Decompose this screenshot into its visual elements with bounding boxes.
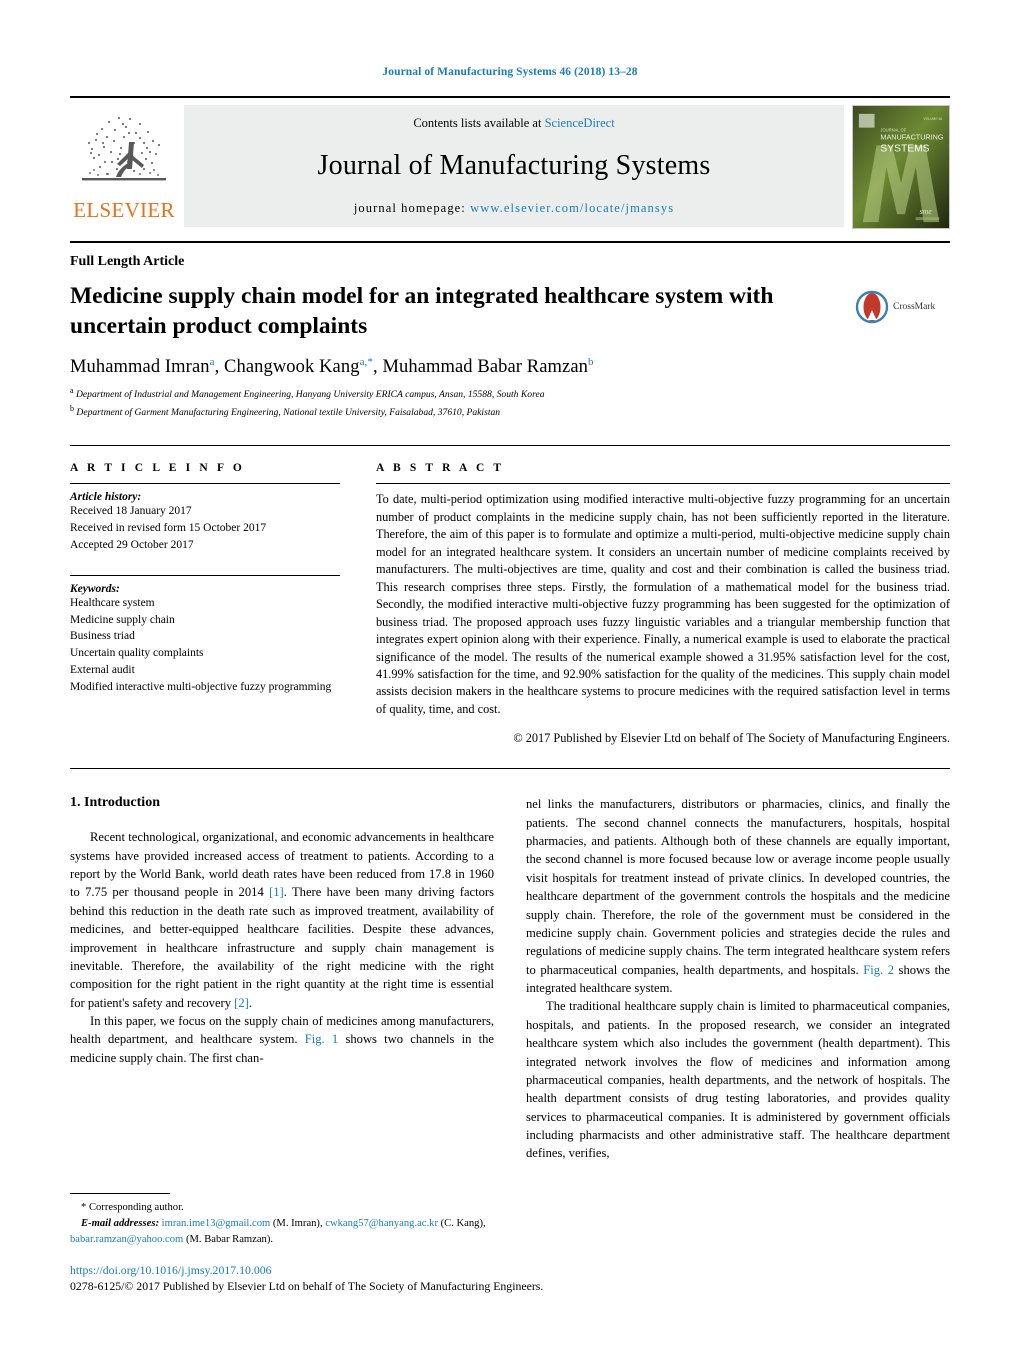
homepage-url-link[interactable]: www.elsevier.com/locate/jmansys bbox=[470, 201, 674, 215]
affiliation-a: a Department of Industrial and Managemen… bbox=[70, 385, 545, 401]
journal-masthead: ELSEVIER Contents lists available at Sci… bbox=[70, 96, 950, 235]
email-link-ramzan[interactable]: babar.ramzan@yahoo.com bbox=[70, 1234, 183, 1245]
crossmark-badge[interactable]: CrossMark bbox=[855, 290, 950, 324]
doi-link[interactable]: https://doi.org/10.1016/j.jmsy.2017.10.0… bbox=[70, 1263, 770, 1278]
affiliation-b-text: Department of Garment Manufacturing Engi… bbox=[76, 406, 501, 418]
paragraph-text: nel links the manufacturers, distributor… bbox=[526, 797, 950, 977]
section-heading-introduction: 1. Introduction bbox=[70, 795, 160, 811]
info-abstract-region: A R T I C L E I N F O Article history: R… bbox=[70, 445, 950, 746]
paragraph: Recent technological, organizational, an… bbox=[70, 828, 494, 1012]
sciencedirect-link[interactable]: ScienceDirect bbox=[545, 116, 615, 130]
email-link-imran[interactable]: imran.ime13@gmail.com bbox=[162, 1218, 271, 1229]
article-info-column: A R T I C L E I N F O Article history: R… bbox=[70, 462, 376, 746]
paragraph: nel links the manufacturers, distributor… bbox=[526, 795, 950, 997]
contents-prefix: Contents lists available at bbox=[413, 116, 545, 130]
paragraph-text: . There have been many driving factors b… bbox=[70, 885, 495, 1010]
keyword-item: Healthcare system bbox=[70, 596, 155, 609]
body-divider bbox=[70, 768, 950, 770]
email-owner: (M. Imran), bbox=[270, 1218, 326, 1230]
article-info-rule bbox=[70, 483, 340, 485]
email-link-kang[interactable]: cwkang57@hanyang.ac.kr bbox=[325, 1218, 438, 1229]
figure-link-fig1[interactable]: Fig. 1 bbox=[305, 1032, 338, 1046]
svg-text:MANUFACTURING: MANUFACTURING bbox=[880, 132, 943, 141]
email-addresses-note: E-mail addresses: imran.ime13@gmail.com … bbox=[70, 1216, 490, 1248]
abstract-text: To date, multi-period optimization using… bbox=[376, 492, 950, 716]
abstract-heading: A B S T R A C T bbox=[376, 462, 505, 475]
issn-copyright: 0278-6125/© 2017 Published by Elsevier L… bbox=[70, 1279, 544, 1294]
abstract-column: A B S T R A C T To date, multi-period op… bbox=[376, 462, 950, 746]
keyword-item: Medicine supply chain bbox=[70, 613, 175, 626]
homepage-prefix: journal homepage: bbox=[353, 201, 471, 215]
keywords-label: Keywords: bbox=[70, 582, 120, 595]
history-item: Accepted 29 October 2017 bbox=[70, 539, 194, 551]
journal-title: Journal of Manufacturing Systems bbox=[317, 150, 711, 181]
keyword-item: Uncertain quality complaints bbox=[70, 647, 204, 660]
keywords-rule bbox=[70, 574, 340, 576]
svg-text:sme: sme bbox=[920, 207, 933, 216]
author-list: Muhammad Imrana, Changwook Kanga,*, Muha… bbox=[70, 355, 594, 377]
article-history-label: Article history: bbox=[70, 491, 142, 504]
affiliation-a-text: Department of Industrial and Management … bbox=[75, 389, 545, 401]
abstract-rule bbox=[376, 483, 950, 485]
history-item: Received 18 January 2017 bbox=[70, 505, 192, 518]
footnote-rule bbox=[70, 1193, 170, 1195]
svg-text:VOLUME 46: VOLUME 46 bbox=[924, 117, 943, 121]
article-page: Journal of Manufacturing Systems 46 (201… bbox=[0, 0, 1020, 1351]
page-footer: https://doi.org/10.1016/j.jmsy.2017.10.0… bbox=[70, 1263, 770, 1296]
paragraph: In this paper, we focus on the supply ch… bbox=[70, 1012, 494, 1067]
article-info-heading: A R T I C L E I N F O bbox=[70, 462, 245, 475]
history-item: Received in revised form 15 October 2017 bbox=[70, 522, 267, 535]
left-column: 1. Introduction Recent technological, or… bbox=[70, 795, 494, 1163]
elsevier-logo: ELSEVIER bbox=[70, 105, 178, 221]
elsevier-tree-icon bbox=[74, 107, 174, 199]
svg-text:SYSTEMS: SYSTEMS bbox=[880, 143, 929, 154]
article-type: Full Length Article bbox=[70, 254, 185, 269]
abstract-copyright: © 2017 Published by Elsevier Ltd on beha… bbox=[513, 731, 950, 746]
citation-link-2[interactable]: [2] bbox=[234, 996, 249, 1010]
affiliation-b: b Department of Garment Manufacturing En… bbox=[70, 403, 501, 418]
email-owner: (M. Babar Ramzan). bbox=[185, 1234, 274, 1246]
paragraph: The traditional healthcare supply chain … bbox=[526, 999, 950, 1161]
corresponding-author-note: * Corresponding author. bbox=[81, 1202, 184, 1214]
journal-info-box: Contents lists available at ScienceDirec… bbox=[184, 105, 844, 227]
paragraph-text: . bbox=[248, 995, 253, 1010]
keyword-item: External audit bbox=[70, 663, 135, 676]
email-label: E-mail addresses: bbox=[81, 1218, 159, 1230]
footnote-block: * Corresponding author. E-mail addresses… bbox=[70, 1193, 490, 1248]
keyword-item: Business triad bbox=[70, 630, 135, 643]
contents-available-line: Contents lists available at ScienceDirec… bbox=[413, 116, 614, 131]
title-divider bbox=[70, 241, 950, 243]
email-owner: (C. Kang), bbox=[437, 1218, 486, 1230]
running-head: Journal of Manufacturing Systems 46 (201… bbox=[382, 66, 638, 78]
keyword-item: Modified interactive multi-objective fuz… bbox=[70, 680, 332, 693]
crossmark-icon bbox=[855, 290, 889, 324]
figure-link-fig2[interactable]: Fig. 2 bbox=[863, 963, 894, 977]
right-column: nel links the manufacturers, distributor… bbox=[526, 795, 950, 1163]
page-title: Medicine supply chain model for an integ… bbox=[70, 283, 774, 339]
elsevier-wordmark: ELSEVIER bbox=[73, 198, 175, 222]
journal-cover-thumbnail: JOURNAL OF MANUFACTURING SYSTEMS VOLUME … bbox=[852, 105, 950, 229]
keywords-block: Keywords: Healthcare system Medicine sup… bbox=[70, 574, 340, 696]
crossmark-label: CrossMark bbox=[893, 302, 936, 312]
journal-homepage-line: journal homepage: www.elsevier.com/locat… bbox=[354, 201, 674, 216]
citation-link-1[interactable]: [1] bbox=[269, 885, 284, 899]
body-columns: 1. Introduction Recent technological, or… bbox=[70, 795, 950, 1163]
